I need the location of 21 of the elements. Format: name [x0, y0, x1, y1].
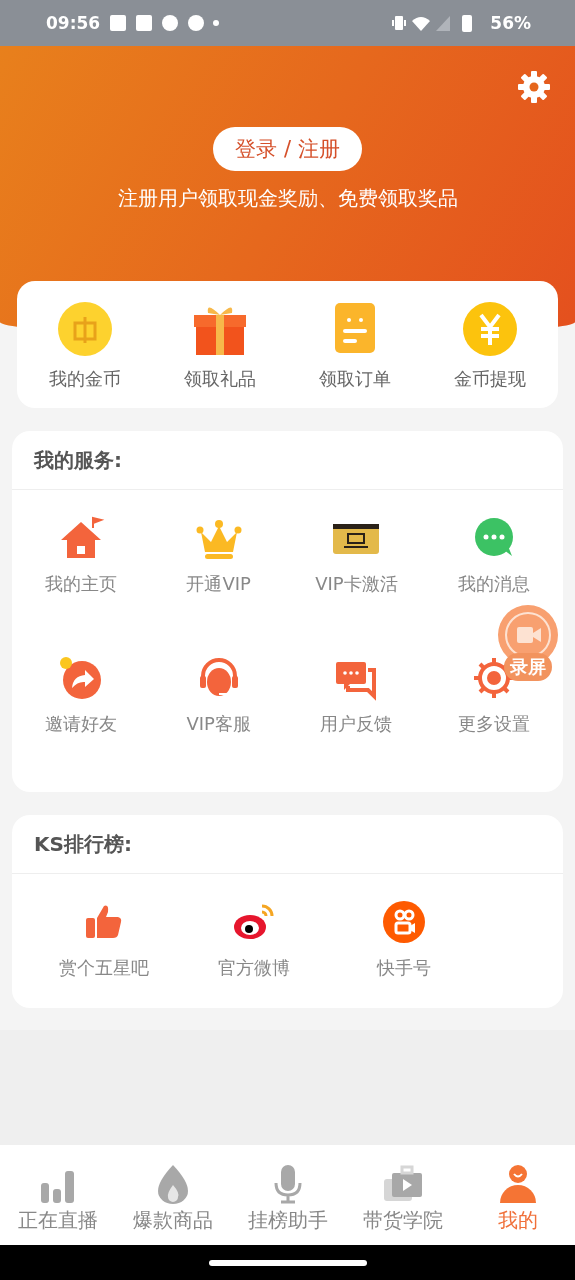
section-title: 我的服务:	[12, 431, 563, 490]
ranking-label: 赏个五星吧	[59, 956, 149, 980]
battery-percent: 56%	[490, 13, 531, 33]
record-label: 录屏	[504, 653, 552, 681]
service-label: 用户反馈	[320, 712, 393, 736]
ranking-label: 快手号	[377, 956, 431, 980]
quick-action-label: 金币提现	[454, 367, 527, 391]
quick-action-label: 领取礼品	[183, 367, 256, 391]
service-label: 邀请好友	[44, 712, 117, 736]
service-label: 我的主页	[44, 572, 117, 596]
service-label: VIP客服	[186, 712, 251, 736]
section-title: KS排行榜:	[12, 815, 563, 874]
ranking-label: 官方微博	[218, 956, 290, 980]
service-label: 我的消息	[458, 572, 531, 596]
quick-action-label: 我的金币	[48, 367, 121, 391]
service-label: VIP卡激活	[315, 572, 398, 596]
service-label: 开通VIP	[186, 572, 251, 596]
service-label: 更多设置	[458, 712, 531, 736]
status-time: 09:56	[46, 13, 101, 33]
register-reward-text: 注册用户领取现金奖励、免费领取奖品	[117, 185, 458, 212]
quick-action-label: 领取订单	[319, 367, 392, 391]
